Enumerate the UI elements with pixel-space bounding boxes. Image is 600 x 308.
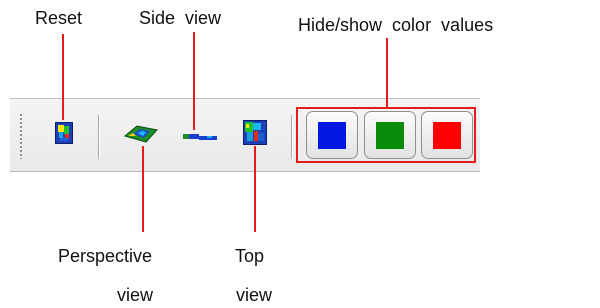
toolbar-grip-handle[interactable] xyxy=(19,113,23,159)
side-view-icon[interactable] xyxy=(183,131,217,143)
toolbar-separator xyxy=(291,115,293,159)
top-view-icon[interactable] xyxy=(243,120,267,145)
color-values-highlight-box xyxy=(296,107,476,163)
perspective-view-label-line1: Perspective xyxy=(58,246,153,266)
perspective-view-icon[interactable] xyxy=(124,124,158,144)
top-view-label-line2: view xyxy=(236,285,273,305)
side-view-label: Side view xyxy=(139,8,222,28)
top-view-label-line1: Top xyxy=(235,246,265,266)
perspective-view-label-line2: view xyxy=(117,285,154,305)
reset-leader-line xyxy=(62,34,64,120)
hide-show-leader-line xyxy=(386,38,388,108)
reset-label: Reset xyxy=(35,8,83,28)
perspective-view-leader-line xyxy=(142,146,144,232)
reset-view-icon[interactable] xyxy=(55,122,73,144)
hide-show-color-values-label: Hide/show color values xyxy=(298,15,494,35)
top-view-leader-line xyxy=(254,146,256,232)
toolbar-separator xyxy=(98,115,100,159)
side-view-leader-line xyxy=(193,32,195,130)
